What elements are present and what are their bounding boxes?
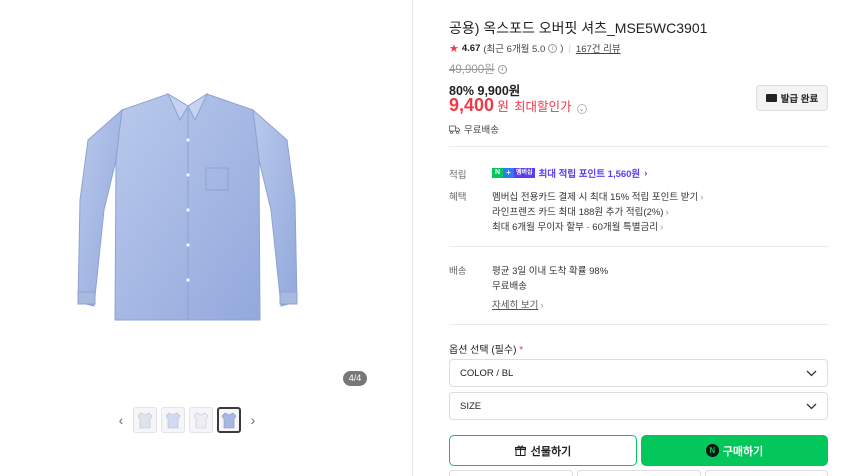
original-price-value: 49,900원 (449, 64, 495, 76)
gift-button-label: 선물하기 (530, 445, 572, 458)
section-divider (449, 246, 829, 247)
chevron-down-icon (806, 403, 817, 409)
plus-icon: + (503, 168, 514, 178)
product-main-image (77, 92, 298, 321)
coupon-issued-button[interactable]: 발급 완료 (756, 85, 828, 111)
benefit-item-text: 라인프렌즈 카드 최대 188원 추가 적립(2%) (492, 207, 664, 218)
gift-button[interactable]: 선물하기 (449, 435, 637, 466)
final-price[interactable]: 9,400 원 최대할인가 ⌄ (449, 95, 587, 116)
info-icon[interactable]: i (548, 43, 558, 53)
shirt-thumbnail-icon (221, 412, 237, 429)
review-count-link[interactable]: 167건 리뷰 (576, 41, 621, 55)
section-divider (449, 324, 829, 325)
extra-action-button[interactable] (705, 470, 828, 476)
rating-recent: (최근 6개월 5.0 (483, 44, 546, 55)
free-shipping-label: 무료배송 (464, 125, 499, 136)
coupon-button-label: 발급 완료 (780, 94, 819, 105)
thumbnail-strip: ‹ › (113, 406, 261, 434)
chevron-right-icon: › (665, 207, 669, 218)
chevron-right-icon[interactable]: › (245, 406, 261, 434)
chevron-down-icon[interactable]: ⌄ (576, 104, 587, 114)
buy-button[interactable]: N 구매하기 (641, 435, 828, 466)
chevron-down-icon (806, 370, 817, 376)
extra-action-button[interactable] (449, 470, 573, 476)
color-select[interactable]: COLOR / BL (449, 359, 828, 387)
benefit-item[interactable]: 멤버십 전용카드 결제 시 최대 15% 적립 포인트 받기 › (492, 189, 703, 203)
benefit-item-text: 최대 6개월 무이자 할부 · 60개월 특별금리 (492, 222, 658, 233)
section-divider (449, 146, 829, 147)
chevron-left-icon[interactable]: ‹ (113, 406, 129, 434)
star-icon: ★ (449, 42, 459, 55)
naver-n-icon: N (492, 168, 503, 178)
required-mark: * (519, 345, 524, 356)
option-label: 옵션 선택 (필수) * (449, 341, 523, 356)
chevron-right-icon: › (659, 222, 664, 233)
truck-icon (449, 125, 460, 134)
benefit-item[interactable]: 최대 6개월 무이자 할부 · 60개월 특별금리 › (492, 219, 663, 233)
rating-score: 4.67 (461, 42, 481, 54)
shirt-thumbnail-icon (193, 412, 209, 429)
image-page-indicator: 4/4 (343, 371, 367, 386)
chevron-right-icon: › (700, 192, 704, 203)
coupon-icon (765, 94, 777, 102)
delivery-label: 배송 (449, 266, 467, 277)
points-label: 적립 (449, 170, 467, 181)
thumbnail-1[interactable] (133, 407, 157, 433)
rating-recent-close: ) (560, 42, 564, 54)
buy-button-label: 구매하기 (722, 445, 764, 458)
color-select-value: COLOR / BL (460, 367, 514, 379)
naver-pay-icon: N (705, 444, 719, 457)
divider: | (568, 42, 571, 54)
naver-membership-badge: N + 멤버십 (492, 168, 535, 178)
product-gallery: 4/4 ‹ › (0, 0, 413, 476)
delivery-fee: 무료배송 (492, 281, 527, 292)
points-link[interactable]: N + 멤버십 최대 적립 포인트 1,560원 › (492, 166, 647, 180)
info-icon[interactable]: i (497, 64, 507, 74)
benefit-item-text: 멤버십 전용카드 결제 시 최대 15% 적립 포인트 받기 (492, 192, 699, 203)
extra-action-button[interactable] (577, 470, 701, 476)
benefit-item[interactable]: 라인프렌즈 카드 최대 188원 추가 적립(2%) › (492, 204, 669, 218)
thumbnail-3[interactable] (189, 407, 213, 433)
rating-row: ★ 4.67 (최근 6개월 5.0 i ) | 167건 리뷰 (449, 41, 621, 56)
size-select-value: SIZE (460, 400, 482, 412)
delivery-eta: 평균 3일 이내 도착 확률 98% (492, 266, 609, 277)
gift-icon (514, 445, 526, 456)
membership-badge-label: 멤버십 (514, 168, 535, 178)
option-label-text: 옵션 선택 (필수) (449, 345, 517, 356)
thumbnail-4[interactable] (217, 407, 241, 433)
delivery-detail-link[interactable]: 자세히 보기 › (492, 297, 544, 311)
delivery-detail-text: 자세히 보기 (492, 300, 539, 311)
product-details: 공용) 옥스포드 오버핏 셔츠_MSE5WC3901 ★ 4.67 (최근 6개… (449, 0, 829, 476)
final-price-number: 9,400 (449, 95, 495, 115)
free-shipping: 무료배송 (449, 122, 499, 136)
chevron-right-icon: › (644, 167, 648, 179)
points-text: 최대 적립 포인트 1,560원 (538, 169, 641, 180)
product-title: 공용) 옥스포드 오버핏 셔츠_MSE5WC3901 (449, 20, 708, 36)
size-select[interactable]: SIZE (449, 392, 828, 420)
final-price-label: 최대할인가 (514, 100, 572, 114)
shirt-thumbnail-icon (137, 412, 153, 429)
thumbnail-2[interactable] (161, 407, 185, 433)
original-price: 49,900원 i (449, 61, 507, 77)
shirt-thumbnail-icon (165, 412, 181, 429)
benefit-label: 혜택 (449, 192, 467, 203)
chevron-right-icon: › (540, 300, 544, 311)
final-price-unit: 원 (497, 99, 510, 114)
